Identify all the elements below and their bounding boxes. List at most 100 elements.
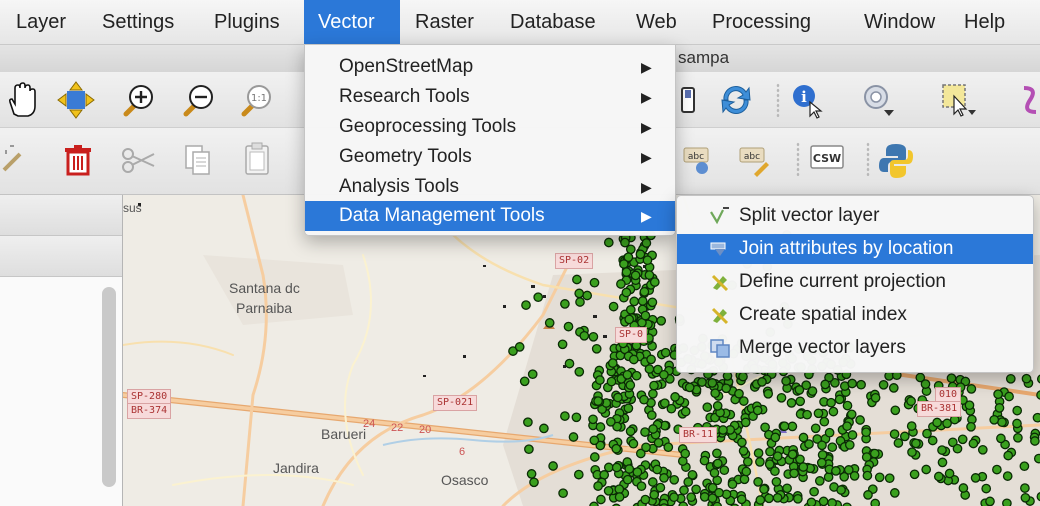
map-point[interactable] xyxy=(659,473,669,483)
map-point[interactable] xyxy=(827,498,837,506)
map-point[interactable] xyxy=(712,458,723,469)
map-point[interactable] xyxy=(707,378,718,388)
map-point[interactable] xyxy=(526,469,537,479)
map-point[interactable] xyxy=(927,435,938,446)
map-point[interactable] xyxy=(521,300,531,310)
map-point[interactable] xyxy=(579,330,590,341)
map-point[interactable] xyxy=(659,369,669,380)
menu-help[interactable]: Help xyxy=(954,0,1015,44)
map-point[interactable] xyxy=(755,457,765,467)
map-point[interactable] xyxy=(753,477,763,487)
map-point[interactable] xyxy=(890,405,901,416)
menu-window[interactable]: Window xyxy=(854,0,945,44)
map-point[interactable] xyxy=(603,462,614,473)
map-point[interactable] xyxy=(770,432,781,443)
map-point[interactable] xyxy=(582,290,593,301)
map-point[interactable] xyxy=(786,398,797,408)
map-point[interactable] xyxy=(781,376,791,386)
map-point[interactable] xyxy=(669,492,679,503)
map-point[interactable] xyxy=(608,301,619,312)
map-point[interactable] xyxy=(613,392,623,403)
map-point[interactable] xyxy=(1020,492,1031,503)
map-point[interactable] xyxy=(823,472,834,482)
identify-features-icon[interactable]: i xyxy=(788,80,828,120)
map-point[interactable] xyxy=(568,432,579,442)
map-point[interactable] xyxy=(702,402,713,413)
map-point[interactable] xyxy=(624,464,635,474)
map-point[interactable] xyxy=(1012,418,1022,429)
map-point[interactable] xyxy=(870,392,881,403)
map-point[interactable] xyxy=(993,389,1003,400)
map-point[interactable] xyxy=(655,482,666,493)
map-point[interactable] xyxy=(844,440,855,450)
map-point[interactable] xyxy=(639,394,649,405)
map-point[interactable] xyxy=(529,477,539,488)
map-point[interactable] xyxy=(826,397,836,408)
map-point[interactable] xyxy=(649,489,660,500)
map-point[interactable] xyxy=(625,304,636,315)
map-point[interactable] xyxy=(966,384,977,394)
map-point[interactable] xyxy=(920,379,931,389)
map-point[interactable] xyxy=(981,483,992,494)
map-point[interactable] xyxy=(997,417,1007,428)
menu-layer[interactable]: Layer xyxy=(6,0,76,44)
map-point[interactable] xyxy=(738,396,749,406)
map-point[interactable] xyxy=(770,466,780,477)
map-point[interactable] xyxy=(994,403,1005,413)
map-point[interactable] xyxy=(641,238,652,248)
zoom-out-icon[interactable] xyxy=(178,80,218,120)
layers-scrollbar[interactable] xyxy=(102,287,116,487)
map-point[interactable] xyxy=(907,447,917,458)
map-point[interactable] xyxy=(640,494,651,505)
map-point[interactable] xyxy=(620,237,630,248)
map-point[interactable] xyxy=(782,483,792,494)
map-point[interactable] xyxy=(806,497,817,506)
map-point[interactable] xyxy=(714,487,724,498)
menu-item-join-attributes-by-location[interactable]: Join attributes by location xyxy=(677,234,1033,264)
map-point[interactable] xyxy=(944,468,955,479)
map-point[interactable] xyxy=(814,476,825,486)
map-point[interactable] xyxy=(779,421,790,432)
map-point[interactable] xyxy=(793,493,803,504)
map-point[interactable] xyxy=(575,297,585,307)
map-point[interactable] xyxy=(647,297,658,308)
map-point[interactable] xyxy=(776,392,787,403)
map-point[interactable] xyxy=(765,446,775,457)
refresh-icon[interactable] xyxy=(716,80,756,120)
map-point[interactable] xyxy=(639,286,650,297)
map-point[interactable] xyxy=(819,416,830,427)
map-point[interactable] xyxy=(679,485,689,496)
map-point[interactable] xyxy=(649,380,659,391)
map-point[interactable] xyxy=(817,450,828,460)
map-point[interactable] xyxy=(648,388,658,399)
map-point[interactable] xyxy=(721,383,732,394)
map-point[interactable] xyxy=(827,442,838,453)
map-point[interactable] xyxy=(874,472,885,483)
map-point[interactable] xyxy=(849,471,860,481)
map-point[interactable] xyxy=(739,474,750,485)
map-point[interactable] xyxy=(795,396,806,407)
map-point[interactable] xyxy=(628,438,639,449)
map-point[interactable] xyxy=(738,446,749,456)
map-point[interactable] xyxy=(906,396,916,407)
map-point[interactable] xyxy=(614,484,625,495)
map-point[interactable] xyxy=(666,403,677,414)
map-point[interactable] xyxy=(836,485,846,495)
map-point[interactable] xyxy=(842,421,852,432)
map-point[interactable] xyxy=(631,370,642,381)
map-point[interactable] xyxy=(625,380,636,390)
map-point[interactable] xyxy=(992,464,1002,475)
map-point[interactable] xyxy=(764,493,774,504)
map-point[interactable] xyxy=(624,314,635,325)
map-point[interactable] xyxy=(771,476,782,487)
save-edits-icon[interactable] xyxy=(678,80,718,120)
menu-web[interactable]: Web xyxy=(626,0,687,44)
csw-icon[interactable]: CSW xyxy=(808,140,848,180)
map-point[interactable] xyxy=(888,383,899,393)
map-point[interactable] xyxy=(742,456,753,467)
map-point[interactable] xyxy=(548,461,558,471)
map-point[interactable] xyxy=(1002,498,1012,506)
map-point[interactable] xyxy=(820,379,831,390)
map-point[interactable] xyxy=(807,386,818,396)
map-point[interactable] xyxy=(607,358,618,368)
